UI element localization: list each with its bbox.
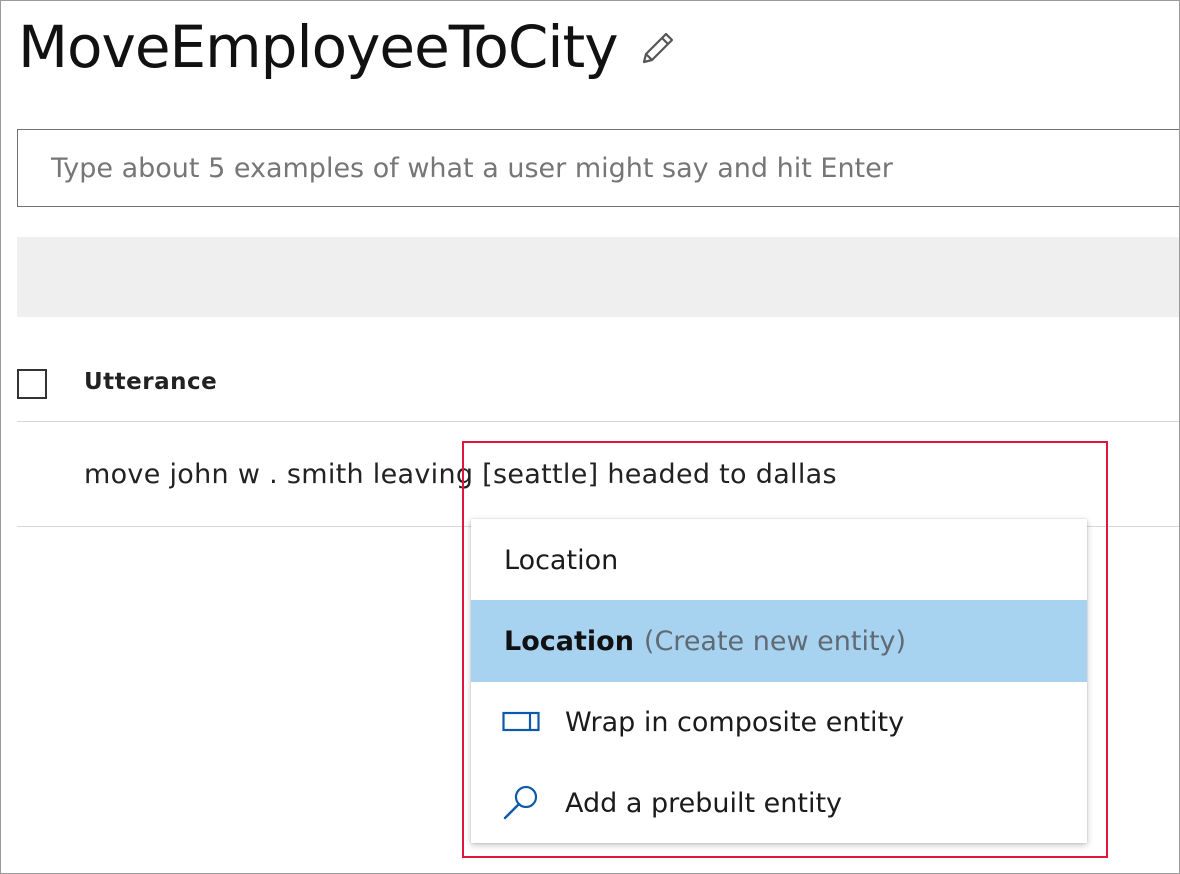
- column-header-utterance: Utterance: [84, 369, 218, 395]
- utterance-input[interactable]: [17, 129, 1179, 207]
- menu-item-label: Location: [504, 625, 634, 657]
- table-header: Utterance: [17, 345, 1179, 422]
- page-title: MoveEmployeeToCity: [18, 13, 619, 81]
- search-icon: [501, 783, 541, 823]
- menu-item-label: Location: [504, 544, 619, 576]
- menu-item-location[interactable]: Location: [471, 519, 1087, 601]
- utterance-text[interactable]: move john w . smith leaving [seattle] he…: [84, 459, 837, 490]
- entity-dropdown-menu: Location Location (Create new entity) Wr…: [471, 519, 1087, 843]
- title-row: MoveEmployeeToCity: [18, 9, 680, 85]
- menu-item-label: Add a prebuilt entity: [565, 787, 843, 819]
- utterance-toolbar: [17, 237, 1179, 317]
- menu-item-label: Wrap in composite entity: [565, 706, 905, 738]
- page-frame: MoveEmployeeToCity Utterance move john w…: [0, 0, 1180, 874]
- pencil-icon: [638, 28, 678, 72]
- table-row[interactable]: move john w . smith leaving [seattle] he…: [17, 423, 1179, 527]
- menu-item-add-prebuilt[interactable]: Add a prebuilt entity: [471, 762, 1087, 844]
- composite-entity-icon: [501, 702, 541, 742]
- menu-item-create-location[interactable]: Location (Create new entity): [471, 600, 1087, 682]
- menu-item-wrap-composite[interactable]: Wrap in composite entity: [471, 681, 1087, 763]
- select-all-checkbox[interactable]: [17, 369, 47, 399]
- edit-title-button[interactable]: [636, 28, 680, 72]
- menu-item-hint: (Create new entity): [643, 625, 907, 657]
